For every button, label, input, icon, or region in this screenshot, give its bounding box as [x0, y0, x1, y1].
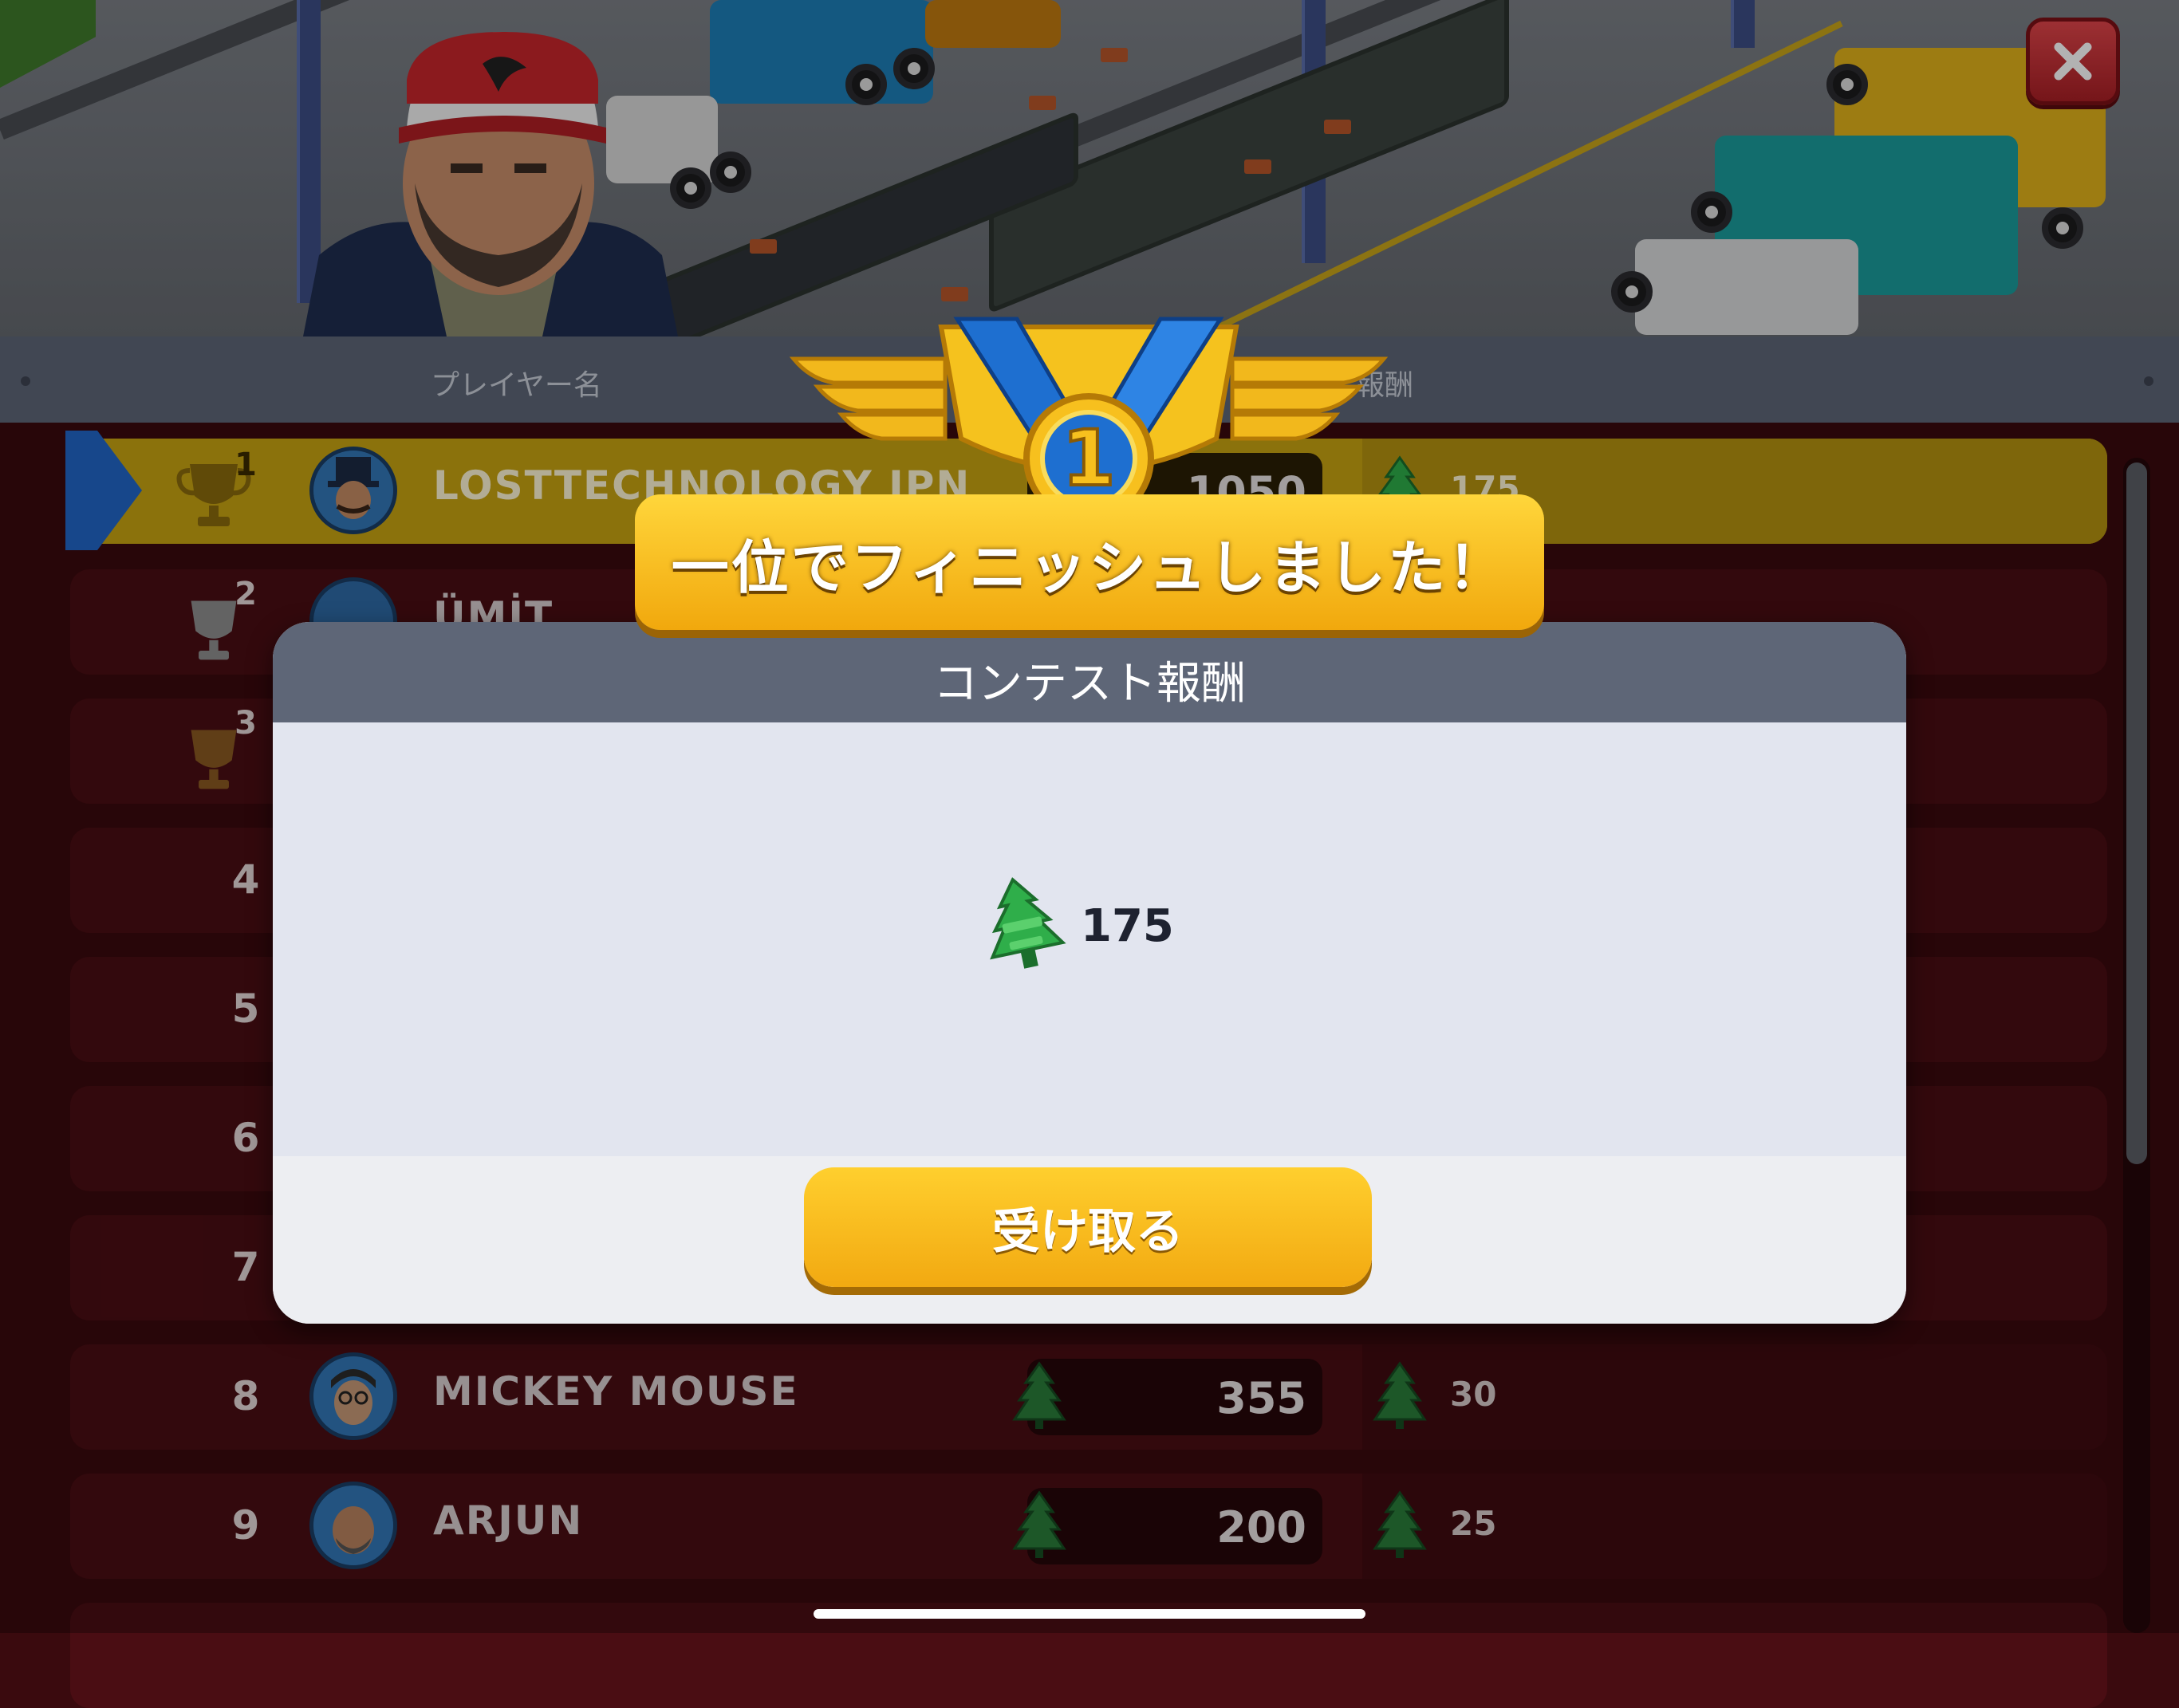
claim-button-label: 受け取る [992, 1203, 1184, 1260]
dialog-body: 175 [273, 722, 1906, 1156]
claim-button[interactable]: 受け取る [804, 1167, 1372, 1287]
air-freshener-tree-icon [990, 877, 1066, 969]
finish-banner: 一位でフィニッシュしました！ [635, 494, 1544, 630]
contest-reward-dialog: コンテスト報酬 175 受け取る [273, 622, 1906, 1324]
finish-banner-text: 一位でフィニッシュしました！ [671, 533, 1508, 601]
medal-number: 1 [1062, 414, 1116, 503]
reward-value: 175 [1081, 899, 1174, 952]
reward-amount: 175 [979, 874, 1174, 978]
dialog-title: コンテスト報酬 [933, 658, 1246, 710]
dialog-header: コンテスト報酬 [273, 622, 1906, 722]
home-indicator[interactable] [814, 1609, 1365, 1619]
